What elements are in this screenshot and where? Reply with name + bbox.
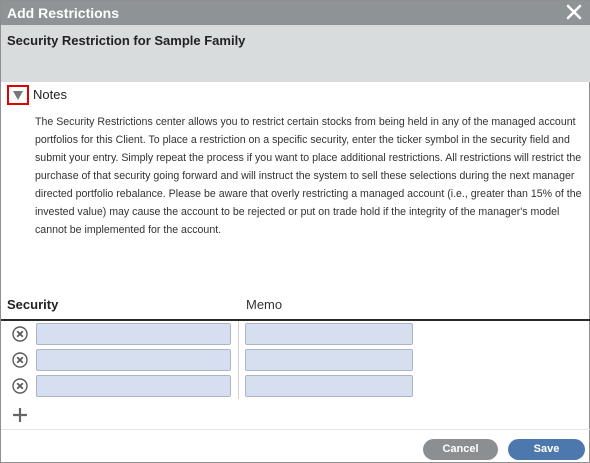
memo-input[interactable] [245, 323, 413, 345]
cancel-button[interactable]: Cancel [423, 439, 498, 460]
add-row-plus-icon[interactable] [11, 406, 29, 424]
memo-input[interactable] [245, 349, 413, 371]
remove-circle-icon[interactable] [12, 326, 28, 342]
remove-circle-icon[interactable] [12, 378, 28, 394]
table-row [1, 373, 590, 399]
memo-input[interactable] [245, 375, 413, 397]
table-row [1, 321, 590, 347]
column-divider [238, 321, 239, 347]
notes-toggle-button[interactable] [7, 85, 29, 105]
close-icon[interactable] [565, 3, 583, 21]
column-header-security: Security [7, 297, 59, 312]
table-header: Security Memo [1, 295, 590, 321]
column-divider [238, 347, 239, 373]
security-input[interactable] [36, 375, 231, 397]
footer-divider [1, 429, 590, 430]
dialog-title: Add Restrictions [7, 5, 120, 21]
save-button[interactable]: Save [508, 439, 585, 460]
dialog-titlebar: Add Restrictions [1, 1, 590, 25]
triangle-down-icon [13, 91, 23, 100]
dialog-subheader: Security Restriction for Sample Family [1, 25, 590, 82]
security-input[interactable] [36, 349, 231, 371]
notes-label: Notes [33, 87, 67, 102]
notes-text: The Security Restrictions center allows … [35, 116, 582, 236]
table-row [1, 347, 590, 373]
page-title: Security Restriction for Sample Family [7, 33, 246, 48]
column-divider [238, 373, 239, 399]
security-input[interactable] [36, 323, 231, 345]
add-restrictions-dialog: Add Restrictions Security Restriction fo… [0, 0, 590, 463]
remove-circle-icon[interactable] [12, 352, 28, 368]
column-header-memo: Memo [246, 297, 283, 312]
